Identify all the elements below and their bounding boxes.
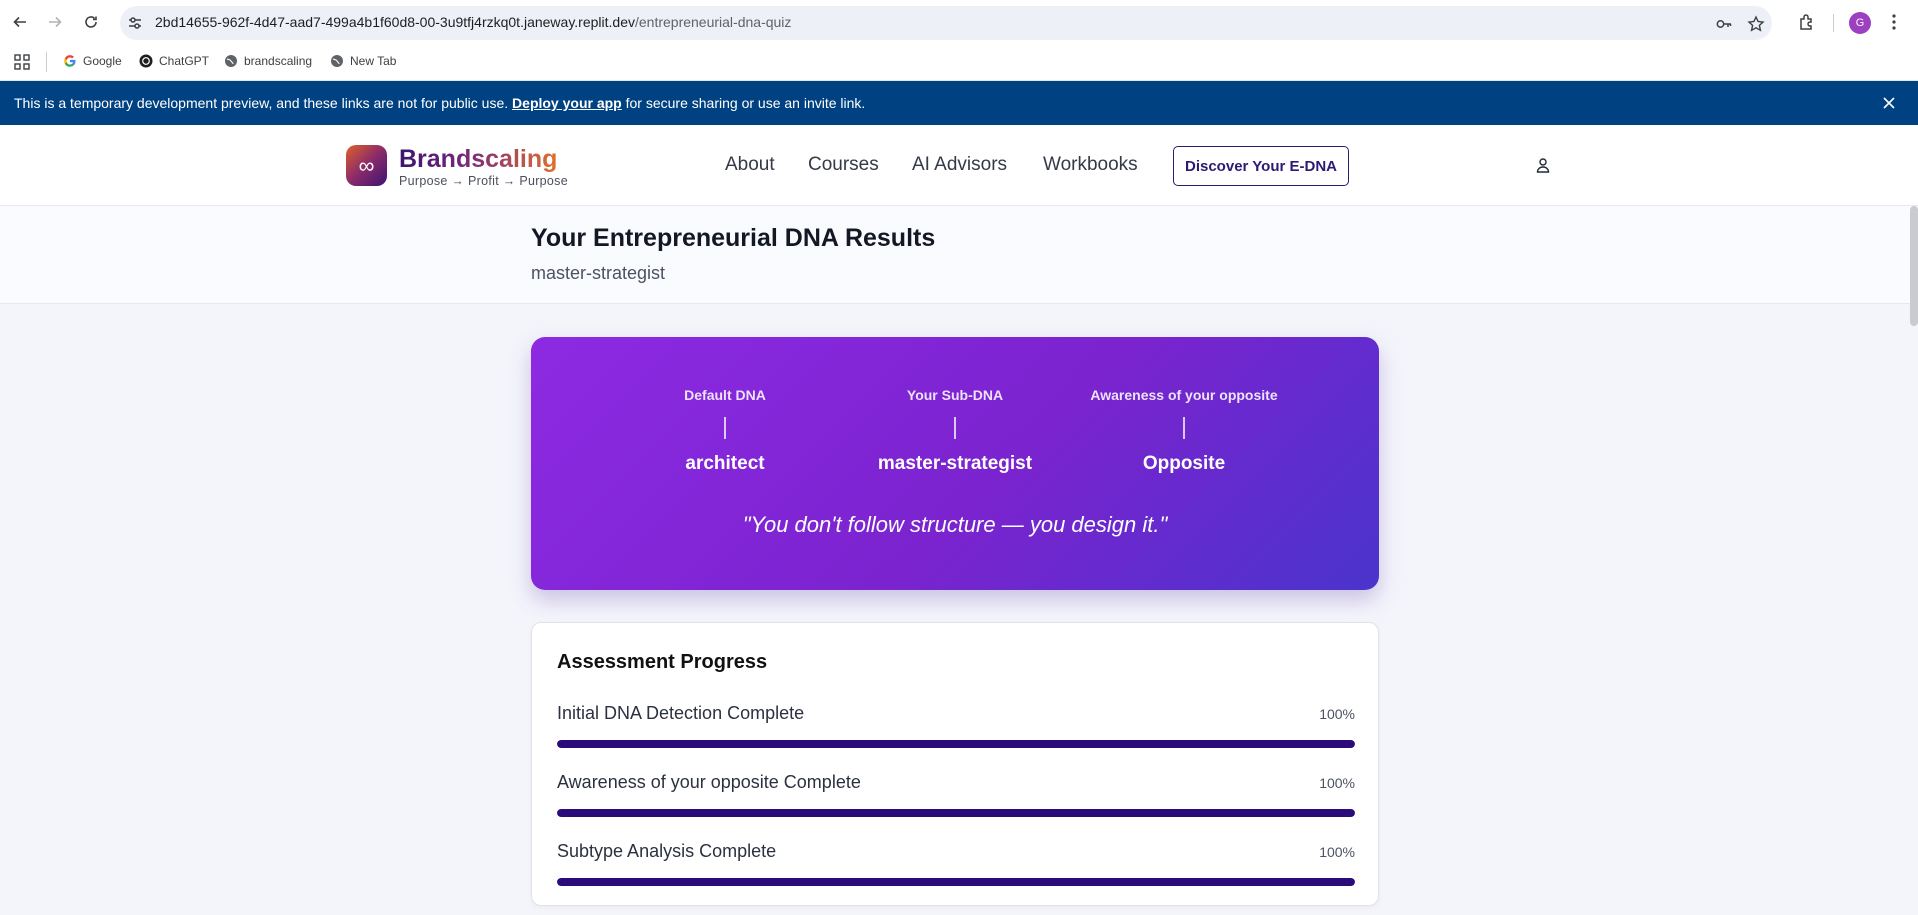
progress-item: Initial DNA Detection Complete 100% [557, 703, 1355, 753]
progress-track [557, 740, 1355, 748]
default-dna-column: Default DNA architect [625, 387, 825, 475]
nav-workbooks[interactable]: Workbooks [1043, 154, 1138, 176]
progress-label: Subtype Analysis Complete [557, 841, 777, 861]
sub-dna-label: Your Sub-DNA [906, 387, 1004, 403]
progress-percent: 100% [1319, 706, 1355, 722]
page-scrollbar[interactable] [1910, 206, 1918, 326]
user-icon[interactable] [1535, 157, 1551, 173]
browser-chrome: 2bd14655-962f-4d47-aad7-499a4b1f60d8-00-… [0, 0, 1918, 81]
more-vertical-icon[interactable] [1884, 12, 1904, 32]
page-subtitle: master-strategist [531, 263, 666, 283]
bookmarks-bar: Google ChatGPT brandscaling New Tab [0, 45, 1918, 81]
google-icon [64, 55, 76, 67]
nav-ai-advisors[interactable]: AI Advisors [912, 154, 1007, 176]
banner-text-after: for secure sharing or use an invite link… [621, 95, 866, 111]
dev-preview-banner: This is a temporary development preview,… [0, 81, 1918, 125]
progress-label: Awareness of your opposite Complete [557, 772, 861, 792]
reload-button[interactable] [80, 11, 102, 33]
progress-track [557, 878, 1355, 886]
progress-percent: 100% [1319, 775, 1355, 791]
url-text: 2bd14655-962f-4d47-aad7-499a4b1f60d8-00-… [155, 14, 791, 30]
bookmark-label: New Tab [350, 54, 397, 68]
progress-percent: 100% [1319, 844, 1355, 860]
opposite-awareness-label: Awareness of your opposite [1090, 387, 1278, 403]
results-header: Your Entrepreneurial DNA Results master-… [0, 206, 1918, 304]
globe-icon [331, 55, 343, 67]
progress-label: Initial DNA Detection Complete [557, 703, 805, 723]
bookmark-google[interactable]: Google [63, 54, 122, 68]
deploy-app-link[interactable]: Deploy your app [512, 95, 622, 111]
bookmark-new-tab[interactable]: New Tab [330, 54, 396, 68]
discover-edna-button[interactable]: Discover Your E-DNA [1173, 146, 1349, 186]
bookmark-label: brandscaling [244, 54, 313, 68]
column-divider [1183, 417, 1185, 439]
back-button[interactable] [9, 11, 31, 33]
chatgpt-icon [139, 54, 153, 68]
address-bar[interactable]: 2bd14655-962f-4d47-aad7-499a4b1f60d8-00-… [120, 6, 1772, 40]
dna-quote: "You don't follow structure — you design… [742, 512, 1168, 537]
banner-text: This is a temporary development preview,… [14, 95, 865, 111]
extensions-icon[interactable] [1797, 12, 1817, 32]
dna-summary-card: Default DNA architect Your Sub-DNA maste… [531, 337, 1379, 590]
browser-toolbar: 2bd14655-962f-4d47-aad7-499a4b1f60d8-00-… [0, 0, 1918, 45]
bookmarks-divider [46, 52, 47, 72]
nav-about[interactable]: About [725, 154, 775, 176]
apps-grid-icon[interactable] [14, 54, 30, 70]
close-icon[interactable] [1880, 94, 1898, 112]
site-settings-icon[interactable] [126, 14, 144, 32]
banner-text-before: This is a temporary development preview,… [14, 95, 513, 111]
bookmark-star-icon[interactable] [1747, 15, 1765, 33]
arrow-right-icon [49, 16, 62, 28]
column-divider [954, 417, 956, 439]
opposite-awareness-value: Opposite [1142, 453, 1226, 474]
bookmark-chatgpt[interactable]: ChatGPT [139, 54, 209, 68]
arrow-left-icon [13, 16, 26, 28]
default-dna-value: architect [685, 453, 765, 474]
progress-fill [557, 809, 1355, 817]
bookmark-label: ChatGPT [159, 54, 210, 68]
sub-dna-value: master-strategist [877, 453, 1033, 474]
url-path: /entrepreneurial-dna-quiz [634, 14, 792, 30]
progress-item: Awareness of your opposite Complete 100% [557, 772, 1355, 822]
reload-icon [85, 16, 97, 28]
site-header: ∞ Brandscaling Purpose → Profit → Purpos… [0, 125, 1918, 206]
globe-icon [225, 55, 237, 67]
forward-button[interactable] [44, 11, 66, 33]
assessment-progress-card: Assessment Progress Initial DNA Detectio… [531, 622, 1379, 906]
nav-courses[interactable]: Courses [808, 154, 879, 176]
progress-item: Subtype Analysis Complete 100% [557, 841, 1355, 891]
sub-dna-column: Your Sub-DNA master-strategist [855, 387, 1055, 475]
bookmark-brandscaling[interactable]: brandscaling [224, 54, 312, 68]
opposite-awareness-column: Awareness of your opposite Opposite [1084, 387, 1284, 475]
column-divider [724, 417, 726, 439]
page-title: Your Entrepreneurial DNA Results [531, 224, 936, 252]
url-host: 2bd14655-962f-4d47-aad7-499a4b1f60d8-00-… [155, 14, 635, 30]
password-key-icon[interactable] [1715, 15, 1733, 33]
bookmark-label: Google [83, 54, 122, 68]
progress-fill [557, 878, 1355, 886]
toolbar-divider [1833, 14, 1834, 32]
default-dna-label: Default DNA [684, 387, 766, 403]
logo-icon[interactable]: ∞ [346, 145, 387, 186]
progress-fill [557, 740, 1355, 748]
progress-title: Assessment Progress [557, 651, 768, 673]
brand-name[interactable]: Brandscaling [399, 145, 557, 174]
progress-track [557, 809, 1355, 817]
brand-tagline: Purpose → Profit → Purpose [399, 174, 568, 188]
profile-avatar[interactable]: G [1849, 12, 1871, 34]
